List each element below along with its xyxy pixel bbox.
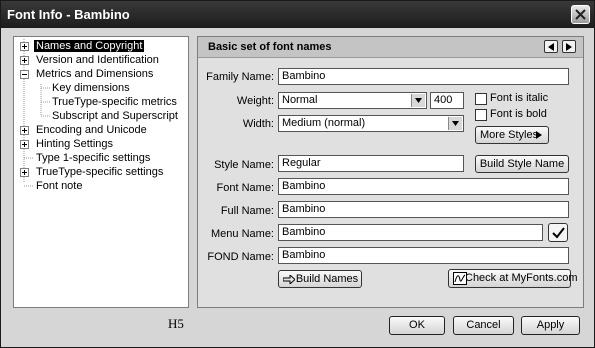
title-bar: Font Info - Bambino — [1, 1, 594, 28]
check-at-myfonts-button[interactable]: Check at MyFonts.com — [448, 269, 577, 288]
expand-plus-icon[interactable] — [20, 56, 29, 65]
fond-name-label: FOND Name: — [207, 251, 274, 263]
check-at-myfonts-label: Check at MyFonts.com — [465, 272, 578, 284]
next-page-button[interactable] — [562, 40, 576, 53]
style-name-field[interactable]: Regular — [278, 155, 464, 172]
expand-plus-icon[interactable] — [20, 42, 29, 51]
menu-name-field[interactable]: Bambino — [278, 224, 543, 241]
family-name-field[interactable]: Bambino — [278, 68, 569, 85]
expand-plus-icon[interactable] — [20, 168, 29, 177]
apply-button[interactable]: Apply — [521, 316, 580, 335]
tree-item-truetype-specific-settings[interactable]: TrueType-specific settings — [20, 165, 165, 179]
collapse-minus-icon[interactable] — [20, 70, 29, 79]
more-styles-label: More Styles — [480, 129, 539, 141]
myfonts-logo-icon — [453, 272, 467, 285]
build-names-button[interactable]: Build Names — [278, 270, 362, 288]
ok-button[interactable]: OK — [389, 316, 445, 335]
previous-page-button[interactable] — [544, 40, 558, 53]
font-is-bold-label: Font is bold — [490, 108, 547, 120]
panel-title: Basic set of font names — [208, 41, 332, 53]
tree-item-label: TrueType-specific settings — [36, 166, 164, 178]
tree-item-version-and-identification[interactable]: Version and Identification — [20, 53, 161, 67]
tree-item-names-and-copyright[interactable]: Names and Copyright — [20, 39, 145, 53]
arrow-left-icon — [548, 43, 554, 51]
more-styles-button[interactable]: More Styles — [475, 126, 549, 144]
font-info-window: Font Info - Bambino Names and Copyright — [0, 0, 595, 348]
close-icon — [575, 9, 586, 20]
menu-name-check-button[interactable] — [548, 223, 568, 242]
family-name-label: Family Name: — [206, 71, 274, 83]
chevron-down-icon[interactable] — [411, 94, 425, 107]
tree-item-subscript-and-superscript[interactable]: Subscript and Superscript — [50, 109, 180, 123]
fond-name-field[interactable]: Bambino — [278, 247, 569, 264]
tree-item-label: Encoding and Unicode — [36, 124, 147, 136]
arrow-right-icon — [283, 275, 295, 284]
tree-item-label: Names and Copyright — [34, 40, 145, 52]
full-name-field[interactable]: Bambino — [278, 201, 569, 218]
font-name-field[interactable]: Bambino — [278, 178, 569, 195]
window-title: Font Info - Bambino — [7, 7, 130, 22]
tree-item-key-dimensions[interactable]: Key dimensions — [50, 81, 132, 95]
tree-item-hinting-settings[interactable]: Hinting Settings — [20, 137, 115, 151]
tree-item-label: TrueType-specific metrics — [52, 96, 177, 108]
names-panel: Basic set of font names Family Name: Bam… — [197, 36, 584, 308]
tree-item-label: Version and Identification — [36, 54, 159, 66]
weight-select-value: Normal — [282, 94, 318, 106]
expand-plus-icon[interactable] — [20, 140, 29, 149]
checkmark-icon — [552, 227, 565, 239]
font-is-italic-label: Font is italic — [490, 92, 549, 104]
tree-item-truetype-specific-metrics[interactable]: TrueType-specific metrics — [50, 95, 179, 109]
tree-item-type1-specific-settings[interactable]: Type 1-specific settings — [20, 151, 152, 165]
panel-header: Basic set of font names — [198, 37, 583, 58]
weight-label: Weight: — [236, 95, 274, 107]
cancel-button[interactable]: Cancel — [453, 316, 514, 335]
menu-name-label: Menu Name: — [211, 228, 274, 240]
tree-item-label: Subscript and Superscript — [52, 110, 178, 122]
tree-item-label: Key dimensions — [52, 82, 130, 94]
build-style-name-button[interactable]: Build Style Name — [475, 155, 569, 173]
tree-item-metrics-and-dimensions[interactable]: Metrics and Dimensions — [20, 67, 155, 81]
font-is-italic-checkbox[interactable] — [475, 93, 487, 105]
tree-item-font-note[interactable]: Font note — [20, 179, 84, 193]
width-select[interactable]: Medium (normal) — [278, 115, 464, 132]
tree-item-label: Metrics and Dimensions — [36, 68, 154, 80]
tree-item-encoding-and-unicode[interactable]: Encoding and Unicode — [20, 123, 149, 137]
full-name-label: Full Name: — [220, 205, 274, 217]
chevron-down-icon[interactable] — [448, 117, 462, 130]
weight-select[interactable]: Normal — [278, 92, 427, 109]
style-name-label: Style Name: — [214, 159, 274, 171]
tree-item-label: Font note — [36, 180, 83, 192]
font-is-bold-checkbox[interactable] — [475, 109, 487, 121]
tree-item-label: Hinting Settings — [36, 138, 114, 150]
font-name-label: Font Name: — [216, 182, 274, 194]
expand-plus-icon[interactable] — [20, 126, 29, 135]
category-tree[interactable]: Names and Copyright Version and Identifi… — [13, 36, 189, 331]
width-label: Width: — [242, 118, 274, 130]
weight-number-field[interactable]: 400 — [430, 92, 464, 109]
watermark-label: H5 — [168, 316, 184, 331]
tree-item-label: Type 1-specific settings — [36, 152, 151, 164]
close-button[interactable] — [571, 5, 590, 24]
arrow-right-icon — [566, 43, 572, 51]
width-select-value: Medium (normal) — [282, 117, 366, 129]
arrow-right-icon — [536, 131, 542, 139]
